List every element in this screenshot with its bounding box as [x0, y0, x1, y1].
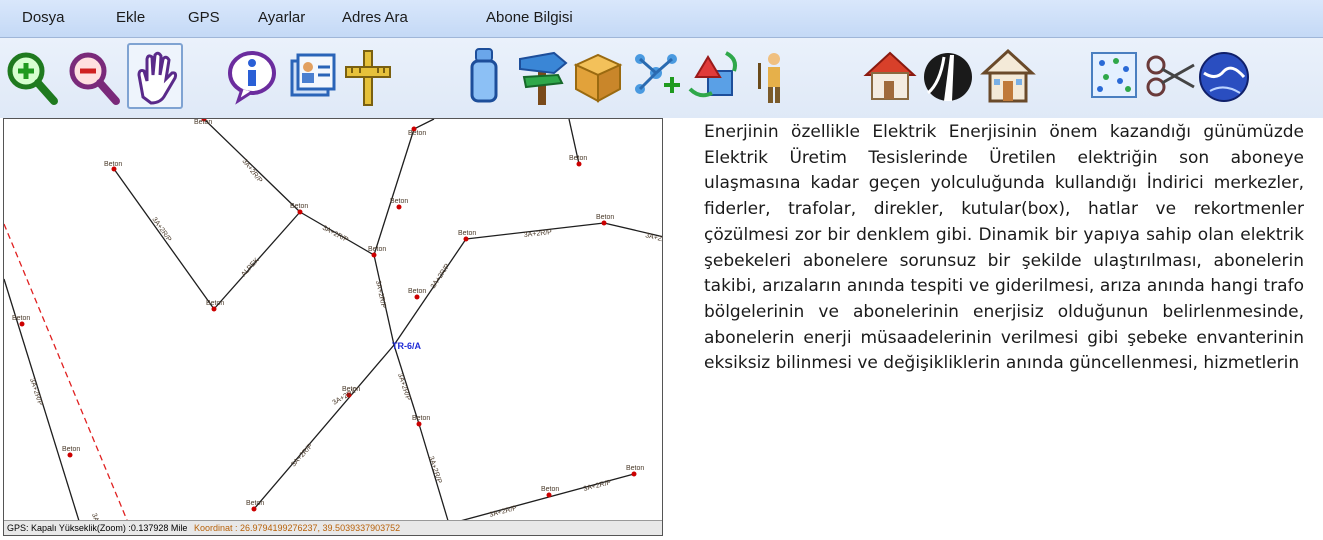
line-labels: 3A+2R/P 3A+2R/P ALPEK 3A+2R/P 3A+2R/P 3A… [28, 158, 663, 535]
menu-ekle[interactable]: Ekle [116, 9, 145, 26]
pole-label: Beton [290, 203, 308, 210]
line-label: 3A+2R/P [396, 372, 411, 401]
description-text: Enerjinin özellikle Elektrik Enerjisinin… [704, 122, 1304, 374]
house-icon[interactable] [862, 43, 918, 109]
menu-bar: Dosya Ekle GPS Ayarlar Adres Ara Abone B… [0, 0, 1323, 38]
properties-card-icon[interactable] [284, 43, 340, 109]
scissors-icon[interactable] [1142, 43, 1198, 109]
box-icon[interactable] [570, 43, 626, 109]
menu-gps[interactable]: GPS [188, 9, 220, 26]
zoom-out-icon[interactable] [66, 43, 122, 109]
line-label: 3A+2R/P [374, 280, 387, 309]
line-label: 3A+2R/P [427, 455, 442, 484]
pole-label: Beton [246, 500, 264, 507]
pole-label: Beton [206, 300, 224, 307]
person-icon[interactable] [744, 43, 800, 109]
line-label: 3A+2R/P [240, 158, 263, 185]
points-grid-icon[interactable] [1086, 43, 1142, 109]
pole-label: Beton [408, 288, 426, 295]
map-view[interactable]: Beton Beton Beton Beton Beton Beton Beto… [3, 118, 663, 536]
road-icon[interactable] [920, 43, 976, 109]
line-label: 3A+2R/P [290, 442, 314, 468]
line-label: 3A+2R/P [583, 479, 612, 493]
pole-label: Beton [390, 198, 408, 205]
zoom-in-icon[interactable] [4, 43, 60, 109]
line-label: 3A+2R/P [489, 505, 518, 519]
toolbar [0, 38, 1323, 118]
menu-abone-bilgisi[interactable]: Abone Bilgisi [486, 9, 573, 26]
pole-icon[interactable] [456, 43, 512, 109]
pole-label: Beton [569, 155, 587, 162]
pole-label: Beton [194, 119, 212, 126]
status-bar: GPS: Kapalı Yükseklik(Zoom) :0.137928 Mi… [4, 520, 662, 535]
pole-label: Beton [12, 315, 30, 322]
line-label: 3A+2R/P [430, 263, 452, 291]
measure-cross-icon[interactable] [340, 43, 396, 109]
transformer-label[interactable]: TR-6/A [392, 341, 422, 351]
line-label: ALPEK [240, 257, 261, 279]
signpost-icon[interactable] [514, 43, 570, 109]
pole-label: Beton [368, 246, 386, 253]
pole-label: Beton [408, 130, 426, 137]
menu-dosya[interactable]: Dosya [22, 9, 65, 26]
pole-label: Beton [626, 465, 644, 472]
transform-icon[interactable] [686, 43, 742, 109]
pole-label: Beton [104, 161, 122, 168]
gps-status: GPS: Kapalı Yükseklik(Zoom) :0.137928 Mi… [7, 523, 188, 533]
pole-label: Beton [412, 415, 430, 422]
pole-label: Beton [541, 486, 559, 493]
line-label: 3A+2R/P [645, 232, 663, 246]
pan-hand-icon[interactable] [127, 43, 183, 109]
pole-labels: Beton Beton Beton Beton Beton Beton Beto… [12, 119, 644, 507]
pole-label: Beton [458, 230, 476, 237]
line-label: 3A+2R/P [28, 377, 43, 406]
network-add-icon[interactable] [628, 43, 684, 109]
line-label: 3A+2R/P [150, 216, 172, 243]
map-canvas[interactable]: Beton Beton Beton Beton Beton Beton Beto… [4, 119, 663, 536]
globe-icon[interactable] [1196, 43, 1252, 109]
coordinate-readout: Koordinat : 26.9794199276237, 39.5039337… [193, 523, 401, 533]
pole-label: Beton [596, 214, 614, 221]
menu-adres-ara[interactable]: Adres Ara [342, 9, 408, 26]
info-icon[interactable] [224, 43, 280, 109]
building-icon[interactable] [980, 43, 1036, 109]
menu-ayarlar[interactable]: Ayarlar [258, 9, 305, 26]
line-label: 3A+2R/P [321, 225, 349, 245]
pole-label: Beton [62, 446, 80, 453]
line-label: 3A+2R/P [523, 229, 552, 239]
